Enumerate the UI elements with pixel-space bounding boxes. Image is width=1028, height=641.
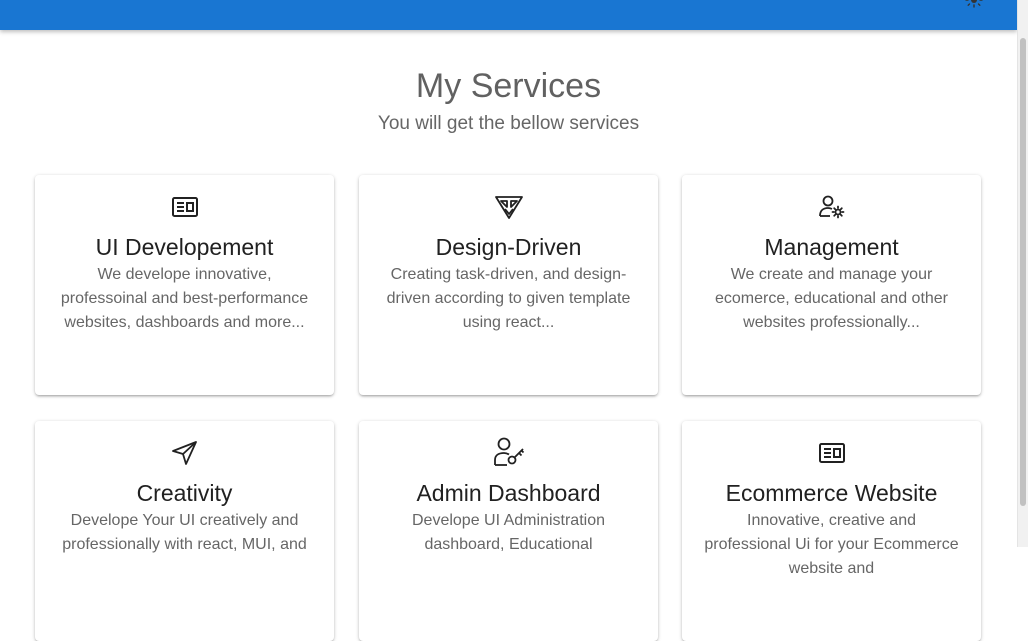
card-title: UI Developement: [95, 234, 274, 260]
card-title: Ecommerce Website: [725, 480, 938, 506]
user-settings-icon: [682, 193, 981, 221]
emblem-icon: [359, 193, 658, 221]
card-description: Creating task-driven, and design-driven …: [386, 266, 631, 331]
card-description: We develope innovative, professoinal and…: [60, 266, 309, 331]
service-card-design-driven[interactable]: Design-Driven Creating task-driven, and …: [359, 175, 658, 395]
card-description: Innovative, creative and professional Ui…: [704, 512, 959, 577]
section-title: My Services: [415, 67, 602, 105]
scrollbar-thumb[interactable]: [1020, 38, 1026, 506]
newspaper-icon: [35, 193, 334, 221]
card-title: Management: [764, 234, 899, 260]
section-subtitle: You will get the bellow services: [377, 113, 640, 134]
card-description: We create and manage your ecomerce, educ…: [714, 266, 949, 331]
service-card-creativity[interactable]: Creativity Develope Your UI creatively a…: [35, 421, 334, 641]
card-description: Develope Your UI creatively and professi…: [62, 512, 307, 553]
newspaper-icon: [682, 439, 981, 467]
card-title: Design-Driven: [435, 234, 582, 260]
page-scrollbar[interactable]: [1017, 0, 1028, 547]
service-card-ecommerce-website[interactable]: Ecommerce Website Innovative, creative a…: [682, 421, 981, 641]
service-card-management[interactable]: Management We create and manage your eco…: [682, 175, 981, 395]
card-title: Admin Dashboard: [416, 480, 601, 506]
card-description: Develope UI Administration dashboard, Ed…: [412, 512, 605, 553]
service-card-ui-development[interactable]: UI Developement We develope innovative, …: [35, 175, 334, 395]
card-title: Creativity: [136, 480, 233, 506]
top-app-bar: [0, 0, 1017, 30]
user-key-icon: [359, 435, 658, 469]
service-card-admin-dashboard[interactable]: Admin Dashboard Develope UI Administrati…: [359, 421, 658, 641]
paper-plane-icon: [35, 439, 334, 467]
sun-icon[interactable]: [964, 0, 984, 10]
